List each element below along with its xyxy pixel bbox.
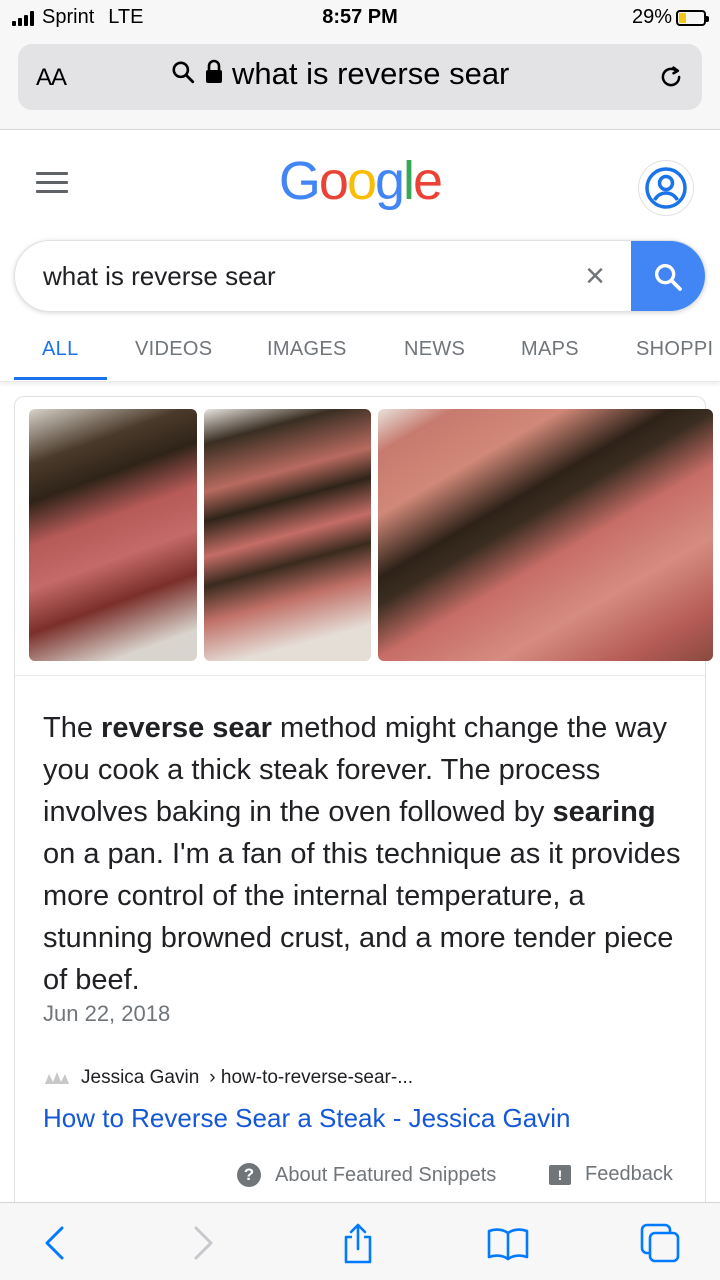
bookmarks-button[interactable] xyxy=(486,1221,530,1265)
active-tab-indicator xyxy=(14,377,107,380)
logo-letter: G xyxy=(278,151,321,211)
search-box[interactable]: what is reverse sear × xyxy=(14,240,706,312)
snippet-highlight: reverse sear xyxy=(101,712,272,744)
steak-image-2[interactable] xyxy=(204,409,371,661)
browser-address-area: AA what is reverse sear xyxy=(0,36,720,130)
address-bar[interactable]: AA what is reverse sear xyxy=(18,44,702,110)
logo-letter: e xyxy=(413,151,443,211)
snippet-footer: ? About Featured Snippets ! Feedback xyxy=(15,1163,707,1193)
logo-letter: o xyxy=(346,151,377,211)
text-size-button[interactable]: AA xyxy=(36,64,67,92)
status-bar: Sprint LTE 8:57 PM 29% xyxy=(0,0,720,36)
battery-percent: 29% xyxy=(631,6,672,28)
snippet-date: Jun 22, 2018 xyxy=(43,1001,171,1026)
chevron-left-icon xyxy=(45,1226,64,1260)
search-icon xyxy=(654,263,682,291)
forward-button[interactable] xyxy=(182,1221,226,1265)
url-display[interactable]: what is reverse sear xyxy=(170,56,509,92)
source-breadcrumb[interactable]: Jessica Gavin › how-to-reverse-sear-... xyxy=(43,1067,413,1089)
divider xyxy=(15,675,705,676)
tabs-icon xyxy=(640,1223,680,1263)
search-button[interactable] xyxy=(631,241,705,311)
clock: 8:57 PM xyxy=(322,6,398,28)
site-favicon-icon xyxy=(43,1070,71,1086)
share-icon xyxy=(344,1223,372,1264)
search-input[interactable]: what is reverse sear xyxy=(43,261,276,292)
result-title-link[interactable]: How to Reverse Sear a Steak - Jessica Ga… xyxy=(43,1103,570,1134)
back-button[interactable] xyxy=(32,1221,76,1265)
logo-letter: l xyxy=(403,151,415,211)
clear-search-icon[interactable]: × xyxy=(585,257,605,296)
reload-icon[interactable] xyxy=(656,62,686,97)
snippet-highlight: searing xyxy=(552,796,656,828)
about-snippets-link[interactable]: ? About Featured Snippets xyxy=(237,1163,496,1187)
search-tabs: ALL VIDEOS IMAGES NEWS MAPS SHOPPI xyxy=(0,320,720,382)
tab-shopping[interactable]: SHOPPI xyxy=(636,338,713,361)
tab-maps[interactable]: MAPS xyxy=(521,338,579,361)
tab-videos[interactable]: VIDEOS xyxy=(135,338,212,361)
source-site: Jessica Gavin xyxy=(81,1067,200,1088)
logo-letter: g xyxy=(375,151,405,211)
account-icon[interactable] xyxy=(638,160,694,216)
browser-toolbar xyxy=(0,1202,720,1280)
search-icon xyxy=(170,59,196,90)
battery-icon xyxy=(676,9,709,26)
help-icon: ? xyxy=(237,1163,261,1187)
snippet-text: The reverse sear method might change the… xyxy=(43,707,683,1001)
feedback-label: Feedback xyxy=(585,1163,673,1185)
tabs-button[interactable] xyxy=(638,1221,682,1265)
steak-image-3[interactable] xyxy=(378,409,713,661)
feedback-link[interactable]: ! Feedback xyxy=(549,1163,673,1186)
about-label: About Featured Snippets xyxy=(275,1163,497,1186)
feedback-icon: ! xyxy=(549,1164,571,1185)
source-path: › how-to-reverse-sear-... xyxy=(209,1067,414,1088)
tab-images[interactable]: IMAGES xyxy=(267,338,347,361)
featured-snippet-card: The reverse sear method might change the… xyxy=(14,396,713,1216)
tab-all[interactable]: ALL xyxy=(42,338,79,361)
snippet-images xyxy=(29,409,713,661)
book-icon xyxy=(487,1228,529,1261)
steak-image-1[interactable] xyxy=(29,409,197,661)
chevron-right-icon xyxy=(194,1226,213,1260)
lock-icon xyxy=(204,59,224,90)
share-button[interactable] xyxy=(336,1221,380,1265)
battery-level xyxy=(679,12,686,23)
tab-news[interactable]: NEWS xyxy=(404,338,465,361)
google-logo[interactable]: Google xyxy=(0,150,720,212)
snippet-fragment: The xyxy=(43,712,102,744)
battery-status: 29% xyxy=(631,6,709,29)
url-text: what is reverse sear xyxy=(232,56,510,91)
logo-letter: o xyxy=(318,151,349,211)
snippet-fragment: on a pan. I'm a fan of this technique as… xyxy=(43,838,681,996)
